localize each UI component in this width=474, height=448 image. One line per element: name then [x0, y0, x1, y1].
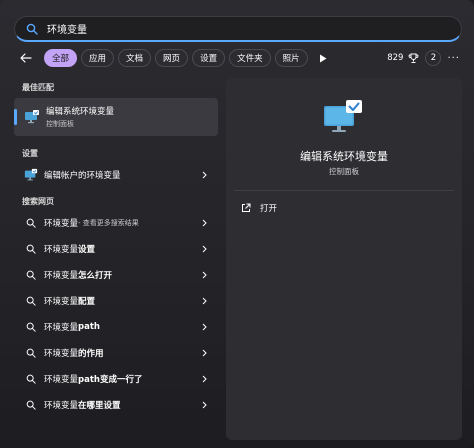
web-result-sub: - 查看更多搜索结果	[78, 219, 139, 227]
filter-bar: 全部 应用 文档 网页 设置 文件夹 照片 829 2 ···	[14, 48, 462, 68]
chip-all[interactable]: 全部	[44, 49, 78, 67]
best-match-title: 编辑系统环境变量	[46, 107, 115, 117]
chip-documents[interactable]: 文档	[118, 49, 152, 67]
chevron-right-icon[interactable]	[200, 244, 208, 254]
open-action[interactable]: 打开	[240, 202, 277, 214]
web-result-suffix: 在哪里设置	[78, 401, 121, 411]
web-result-item[interactable]: 环境变量 的作用	[14, 340, 218, 366]
search-input[interactable]	[47, 23, 461, 34]
selection-indicator	[14, 109, 17, 125]
search-icon	[24, 398, 38, 412]
rewards-count: 829	[387, 53, 404, 63]
settings-item[interactable]: 编辑帐户的环境变量	[14, 162, 218, 188]
best-match-item[interactable]: 编辑系统环境变量 控制面板	[14, 98, 218, 136]
web-result-prefix: 环境变量	[44, 245, 79, 255]
search-icon	[24, 346, 38, 360]
chip-folders[interactable]: 文件夹	[229, 49, 271, 67]
settings-item-label: 编辑帐户的环境变量	[44, 171, 121, 181]
detail-title: 编辑系统环境变量	[300, 150, 388, 163]
web-result-suffix: 的作用	[78, 349, 104, 359]
web-result-suffix: path变成一行了	[78, 375, 143, 385]
web-result-suffix: 设置	[78, 245, 96, 255]
search-icon	[25, 22, 39, 36]
section-settings: 设置	[22, 148, 38, 158]
chevron-right-icon[interactable]	[200, 400, 208, 410]
system-properties-icon	[24, 168, 38, 182]
web-result-prefix: 环境变量	[44, 323, 79, 333]
chevron-right-icon[interactable]	[200, 296, 208, 306]
search-icon	[24, 242, 38, 256]
chevron-right-icon[interactable]	[200, 374, 208, 384]
web-result-suffix: 配置	[78, 297, 96, 307]
section-best-match: 最佳匹配	[22, 82, 54, 92]
notification-badge[interactable]: 2	[425, 50, 442, 66]
web-result-prefix: 环境变量	[44, 401, 79, 411]
web-result-suffix: 怎么打开	[78, 271, 113, 281]
chip-settings[interactable]: 设置	[192, 49, 226, 67]
divider	[234, 190, 454, 191]
chevron-right-icon[interactable]	[200, 322, 208, 332]
chevron-right-icon[interactable]	[200, 348, 208, 358]
web-result-prefix: 环境变量	[44, 271, 79, 281]
web-result-item[interactable]: 环境变量 怎么打开	[14, 262, 218, 288]
search-icon	[24, 268, 38, 282]
web-result-prefix: 环境变量	[44, 349, 79, 359]
web-result-item[interactable]: 环境变量 path	[14, 314, 218, 340]
web-result-label: 环境变量	[44, 219, 79, 229]
section-web: 搜索网页	[22, 196, 54, 206]
chip-web[interactable]: 网页	[155, 49, 189, 67]
search-panel: 全部 应用 文档 网页 设置 文件夹 照片 829 2 ··· 最佳匹配	[0, 0, 474, 448]
detail-pane: 编辑系统环境变量 控制面板 打开	[226, 78, 462, 440]
chevron-right-icon[interactable]	[200, 270, 208, 280]
search-bar[interactable]	[14, 16, 462, 42]
rewards-area: 829 2 ···	[387, 48, 462, 68]
web-result-item[interactable]: 环境变量 在哪里设置	[14, 392, 218, 418]
more-options-icon[interactable]: ···	[447, 53, 460, 64]
search-icon	[24, 216, 38, 230]
chip-apps[interactable]: 应用	[81, 49, 115, 67]
detail-subtitle: 控制面板	[329, 167, 359, 176]
best-match-subtitle: 控制面板	[46, 120, 74, 128]
web-result-prefix: 环境变量	[44, 297, 79, 307]
open-external-icon	[240, 202, 252, 214]
search-icon	[24, 294, 38, 308]
chevron-right-icon[interactable]	[200, 218, 208, 228]
search-icon	[24, 372, 38, 386]
system-properties-icon	[24, 109, 40, 125]
open-label: 打开	[260, 204, 278, 214]
play-icon[interactable]	[314, 49, 332, 67]
back-arrow-icon[interactable]	[14, 48, 38, 68]
web-result-suffix: path	[78, 322, 100, 332]
web-result-item[interactable]: 环境变量 配置	[14, 288, 218, 314]
trophy-icon[interactable]	[407, 52, 419, 64]
chip-photos[interactable]: 照片	[274, 49, 308, 67]
results-list: 最佳匹配 编辑系统环境变量 控制面板 设置 编辑帐户的环境变量 搜索网页 环境变…	[14, 78, 220, 418]
web-result-item[interactable]: 环境变量 path变成一行了	[14, 366, 218, 392]
web-result-item[interactable]: 环境变量 设置	[14, 236, 218, 262]
web-result-item[interactable]: 环境变量 - 查看更多搜索结果	[14, 210, 218, 236]
system-properties-icon	[322, 98, 364, 134]
web-result-prefix: 环境变量	[44, 375, 79, 385]
search-icon	[24, 320, 38, 334]
chevron-right-icon[interactable]	[200, 170, 208, 180]
